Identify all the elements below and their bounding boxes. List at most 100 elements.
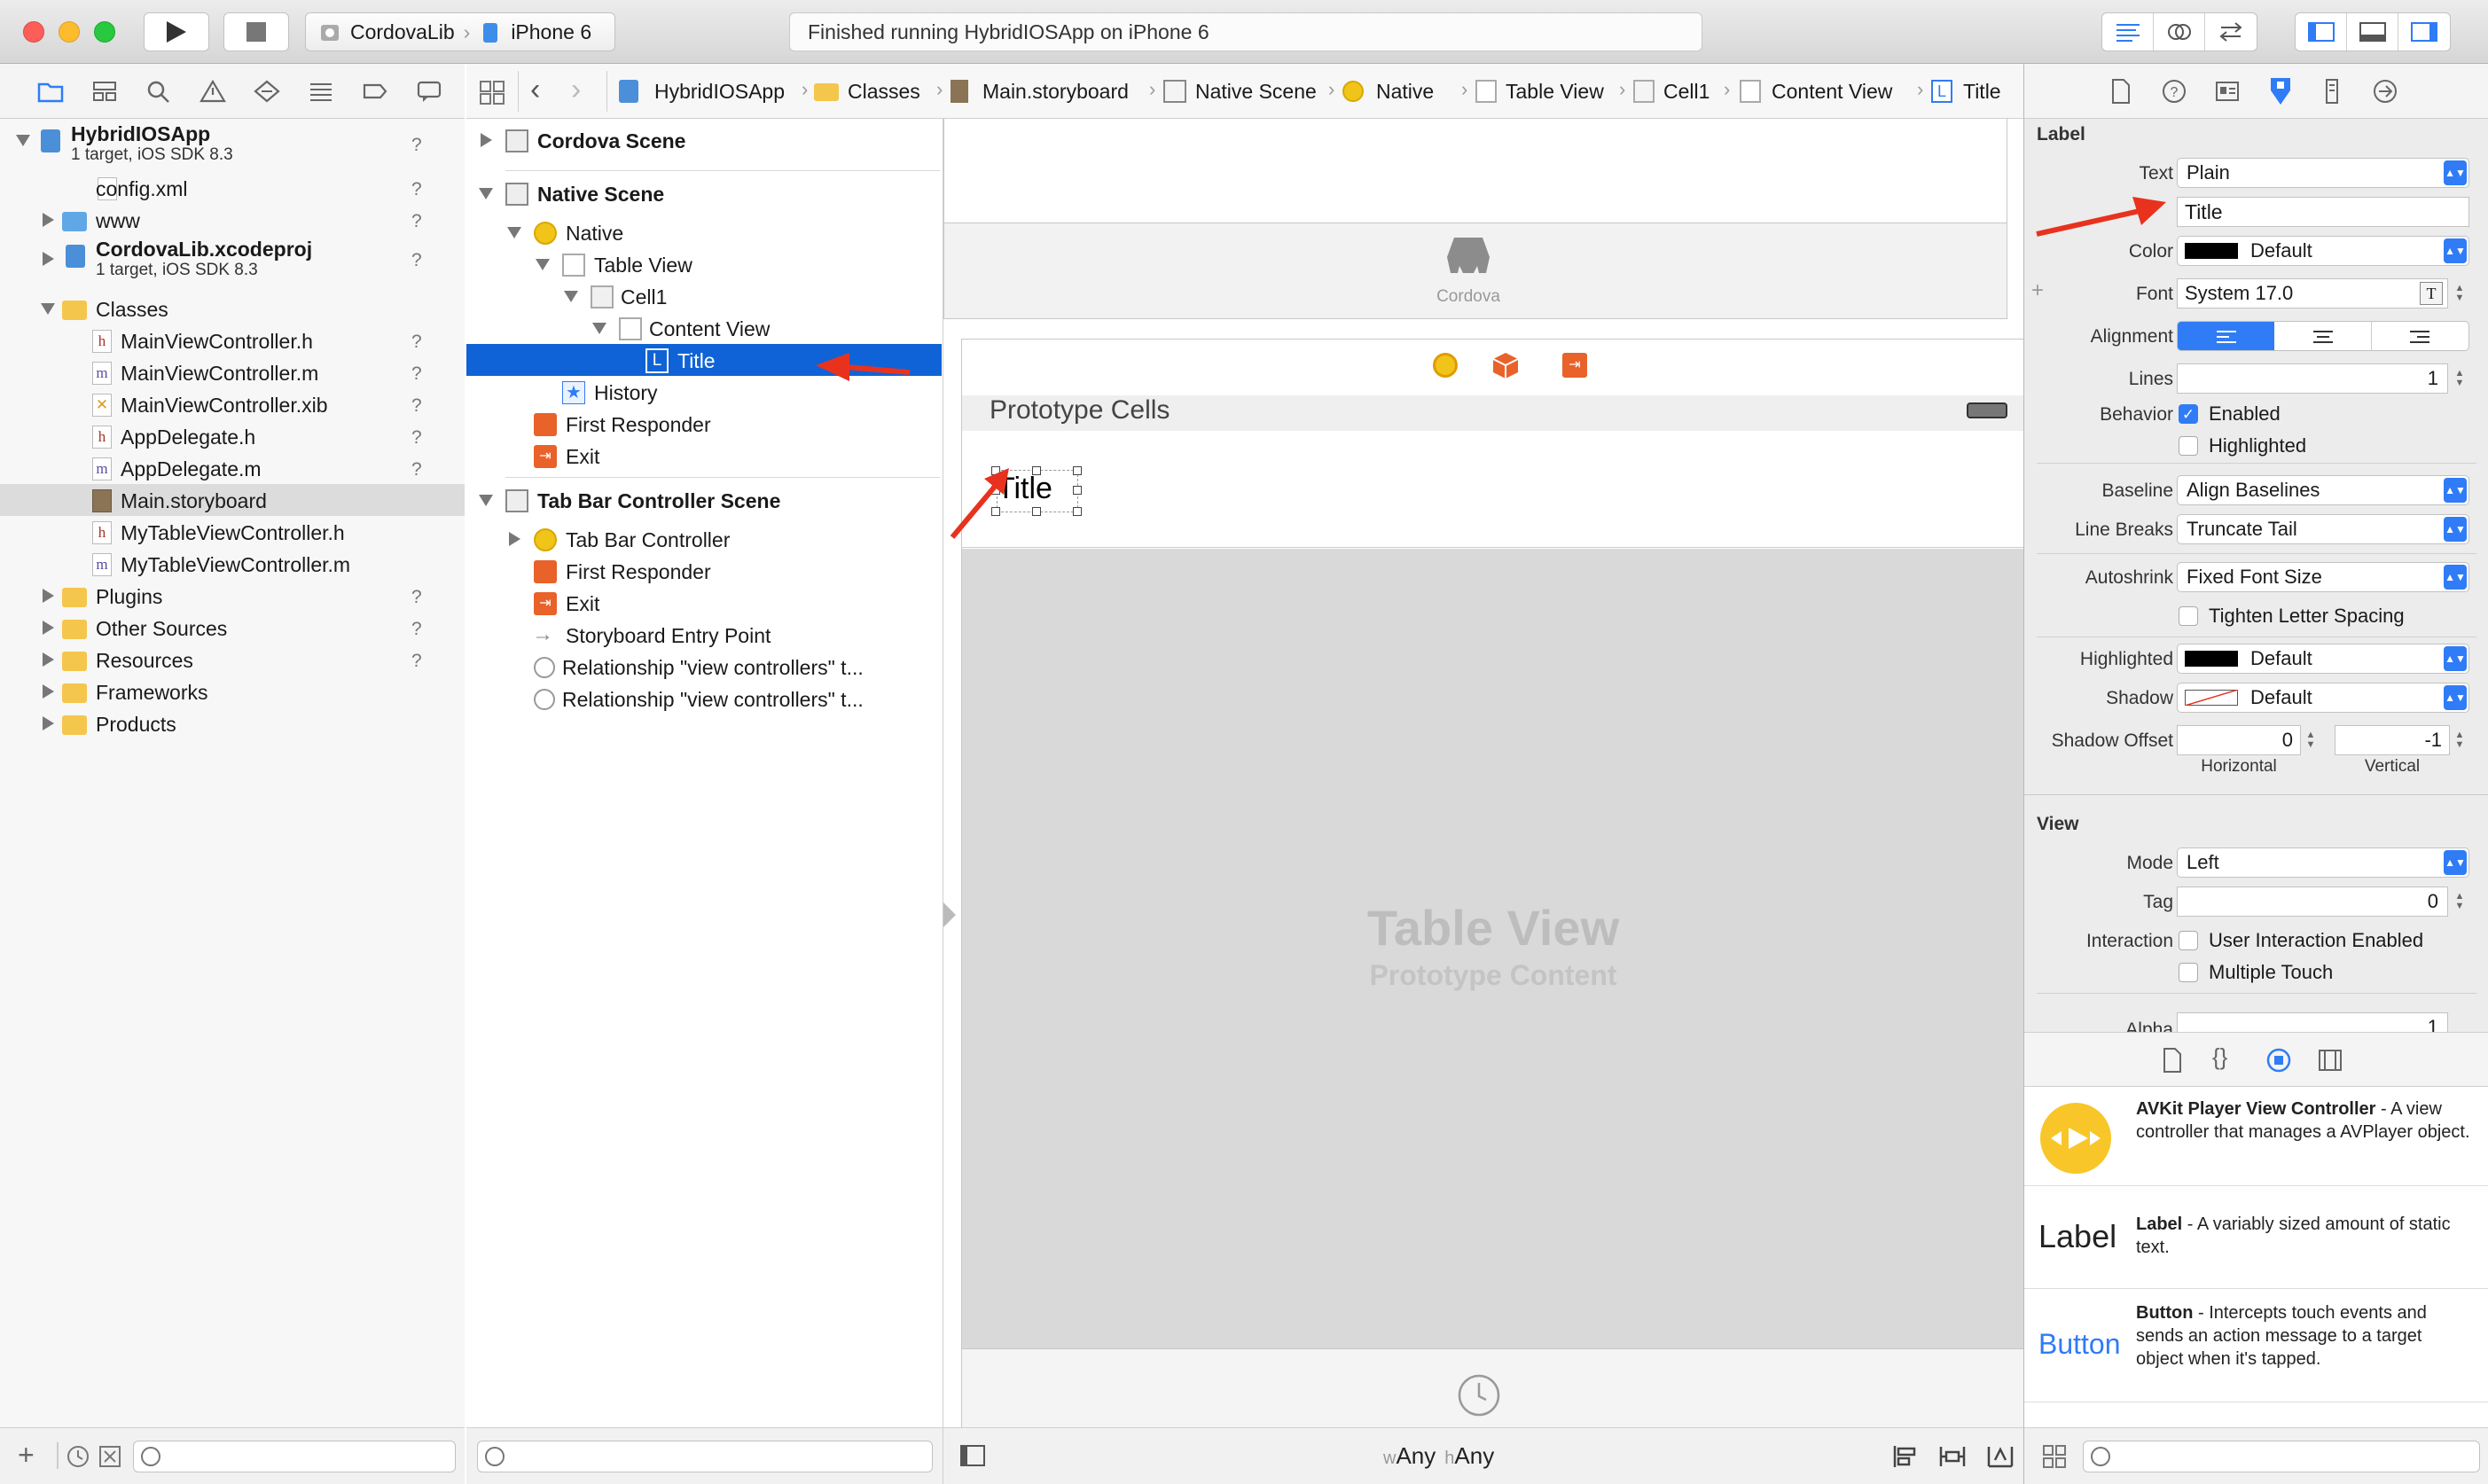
nav-file-appdelegate-h[interactable]: h AppDelegate.h ? [0,420,465,452]
add-file-button[interactable]: + [18,1441,35,1469]
font-stepper[interactable]: ▲ ▼ [2452,278,2468,309]
alpha-field[interactable]: 1 [2177,1012,2448,1032]
resolve-auto-layout-icon[interactable] [1986,1444,2015,1469]
library-filter-input[interactable] [2083,1441,2480,1472]
nav-group-plugins[interactable]: Plugins ? [0,580,465,612]
multiple-touch-checkbox[interactable] [2179,963,2198,982]
nav-file-config-xml[interactable]: config.xml ? [0,172,465,204]
back-button[interactable]: ‹ [530,73,540,107]
minimize-window-button[interactable] [59,21,80,43]
resize-handle[interactable] [991,507,1000,516]
outline-exit-2[interactable]: ⇥ Exit [466,587,942,619]
enabled-checkbox[interactable]: ✓ [2179,404,2198,424]
resize-handle[interactable] [1032,466,1041,475]
first-responder-cube-icon[interactable] [1491,351,1520,379]
disclosure-triangle-open[interactable] [564,291,578,302]
library-item-avkit[interactable]: AVKit Player View Controller - A view co… [2024,1087,2488,1186]
media-library-icon[interactable] [2317,1047,2343,1074]
outline-storyboard-entry-point[interactable]: → Storyboard Entry Point [466,619,942,651]
nav-file-mainviewcontroller-h[interactable]: h MainViewController.h ? [0,324,465,356]
font-field[interactable]: System 17.0 [2177,278,2448,309]
code-snippet-icon[interactable]: {} [2212,1043,2227,1071]
navigator-filter-input[interactable] [133,1441,456,1472]
resize-handle[interactable] [991,466,1000,475]
shadow-offset-vertical-stepper[interactable]: ▲ ▼ [2452,725,2468,755]
quick-help-icon[interactable]: ? [2161,78,2187,105]
resize-handle[interactable] [1073,486,1082,495]
stop-button[interactable] [223,12,289,51]
tag-stepper[interactable]: ▲ ▼ [2452,886,2468,917]
disclosure-triangle-closed[interactable] [43,589,54,603]
grid-view-icon[interactable] [2042,1444,2067,1469]
align-icon[interactable] [1892,1444,1921,1469]
outline-toggle-handle[interactable] [943,902,956,927]
disclosure-triangle-closed[interactable] [43,621,54,635]
resize-handle[interactable] [991,486,1000,495]
prototype-cell[interactable] [962,431,2023,548]
outline-native-scene[interactable]: Native Scene [466,177,942,209]
align-center-button[interactable] [2274,322,2372,350]
find-navigator-tab[interactable] [131,72,185,111]
test-navigator-tab[interactable] [239,72,293,111]
scheme-selector[interactable]: CordovaLib › iPhone 6 [305,12,615,51]
nav-group-products[interactable]: Products [0,707,465,739]
outline-tab-bar-controller[interactable]: Tab Bar Controller [466,523,942,555]
outline-table-view[interactable]: Table View [466,248,942,280]
resize-handle[interactable] [1073,507,1082,516]
baseline-popup[interactable]: Align Baselines ▲▼ [2177,475,2469,505]
nav-project-cordovalib[interactable]: CordovaLib.xcodeproj 1 target, iOS SDK 8… [0,238,465,284]
breadcrumb-content-view[interactable]: Content View [1772,80,1892,104]
align-right-button[interactable] [2372,322,2468,350]
outline-filter-input[interactable] [477,1441,933,1472]
disclosure-triangle-closed[interactable] [43,213,54,227]
library-item-label[interactable]: Label Label - A variably sized amount of… [2024,1186,2488,1289]
view-controller-icon[interactable] [1433,353,1458,378]
outline-exit[interactable]: ⇥ Exit [466,440,942,472]
project-navigator-tab[interactable] [23,72,77,111]
disclosure-triangle-open[interactable] [536,259,550,270]
standard-editor-button[interactable] [2102,13,2154,51]
breadcrumb-table-view[interactable]: Table View [1506,80,1604,104]
close-window-button[interactable] [23,21,44,43]
nav-file-mainviewcontroller-m[interactable]: m MainViewController.m ? [0,356,465,388]
nav-group-frameworks[interactable]: Frameworks [0,676,465,707]
shadow-offset-horizontal-field[interactable]: 0 [2177,725,2301,755]
nav-file-mytableviewcontroller-m[interactable]: m MyTableViewController.m [0,548,465,580]
document-outline-toggle-icon[interactable] [959,1444,986,1467]
library-item-button[interactable]: Button Button - Intercepts touch events … [2024,1289,2488,1402]
debug-navigator-tab[interactable] [293,72,348,111]
size-inspector-icon[interactable] [2320,78,2343,105]
outline-cordova-scene[interactable]: Cordova Scene [466,124,942,156]
forward-button[interactable]: › [571,73,581,107]
disclosure-triangle-open[interactable] [592,323,606,334]
disclosure-triangle-closed[interactable] [481,133,492,147]
nav-file-mytableviewcontroller-h[interactable]: h MyTableViewController.h [0,516,465,548]
disclosure-triangle-open[interactable] [479,495,493,506]
disclosure-triangle-closed[interactable] [43,252,54,266]
disclosure-triangle-closed[interactable] [509,532,520,546]
object-library-icon[interactable] [2265,1047,2292,1074]
highlighted-color-popup[interactable]: Default ▲▼ [2177,644,2469,674]
disclosure-triangle-open[interactable] [507,227,521,238]
outline-content-view[interactable]: Content View [466,312,942,344]
size-class-control[interactable]: wAny hAny [1383,1442,1494,1470]
label-text-field[interactable]: Title [2177,197,2469,227]
shadow-popup[interactable]: Default ▲▼ [2177,683,2469,713]
toggle-debug-area-button[interactable] [2347,13,2398,51]
disclosure-triangle-open[interactable] [41,303,55,315]
outline-first-responder[interactable]: First Responder [466,408,942,440]
disclosure-triangle-closed[interactable] [43,716,54,730]
nav-group-other-sources[interactable]: Other Sources ? [0,612,465,644]
breadcrumb-project[interactable]: HybridIOSApp [654,80,785,104]
lines-stepper[interactable]: ▲ ▼ [2452,363,2468,394]
tighten-letter-spacing-checkbox[interactable] [2179,606,2198,626]
tag-field[interactable]: 0 [2177,886,2448,917]
highlighted-checkbox[interactable] [2179,436,2198,456]
nav-file-mainviewcontroller-xib[interactable]: ✕ MainViewController.xib ? [0,388,465,420]
exit-icon[interactable]: ⇥ [1562,353,1587,378]
text-type-popup[interactable]: Plain ▲▼ [2177,158,2469,188]
report-navigator-tab[interactable] [402,72,456,111]
breadcrumb-classes[interactable]: Classes [848,80,920,104]
disclosure-triangle-closed[interactable] [43,652,54,667]
cell-title-label[interactable]: Title [997,472,1052,506]
